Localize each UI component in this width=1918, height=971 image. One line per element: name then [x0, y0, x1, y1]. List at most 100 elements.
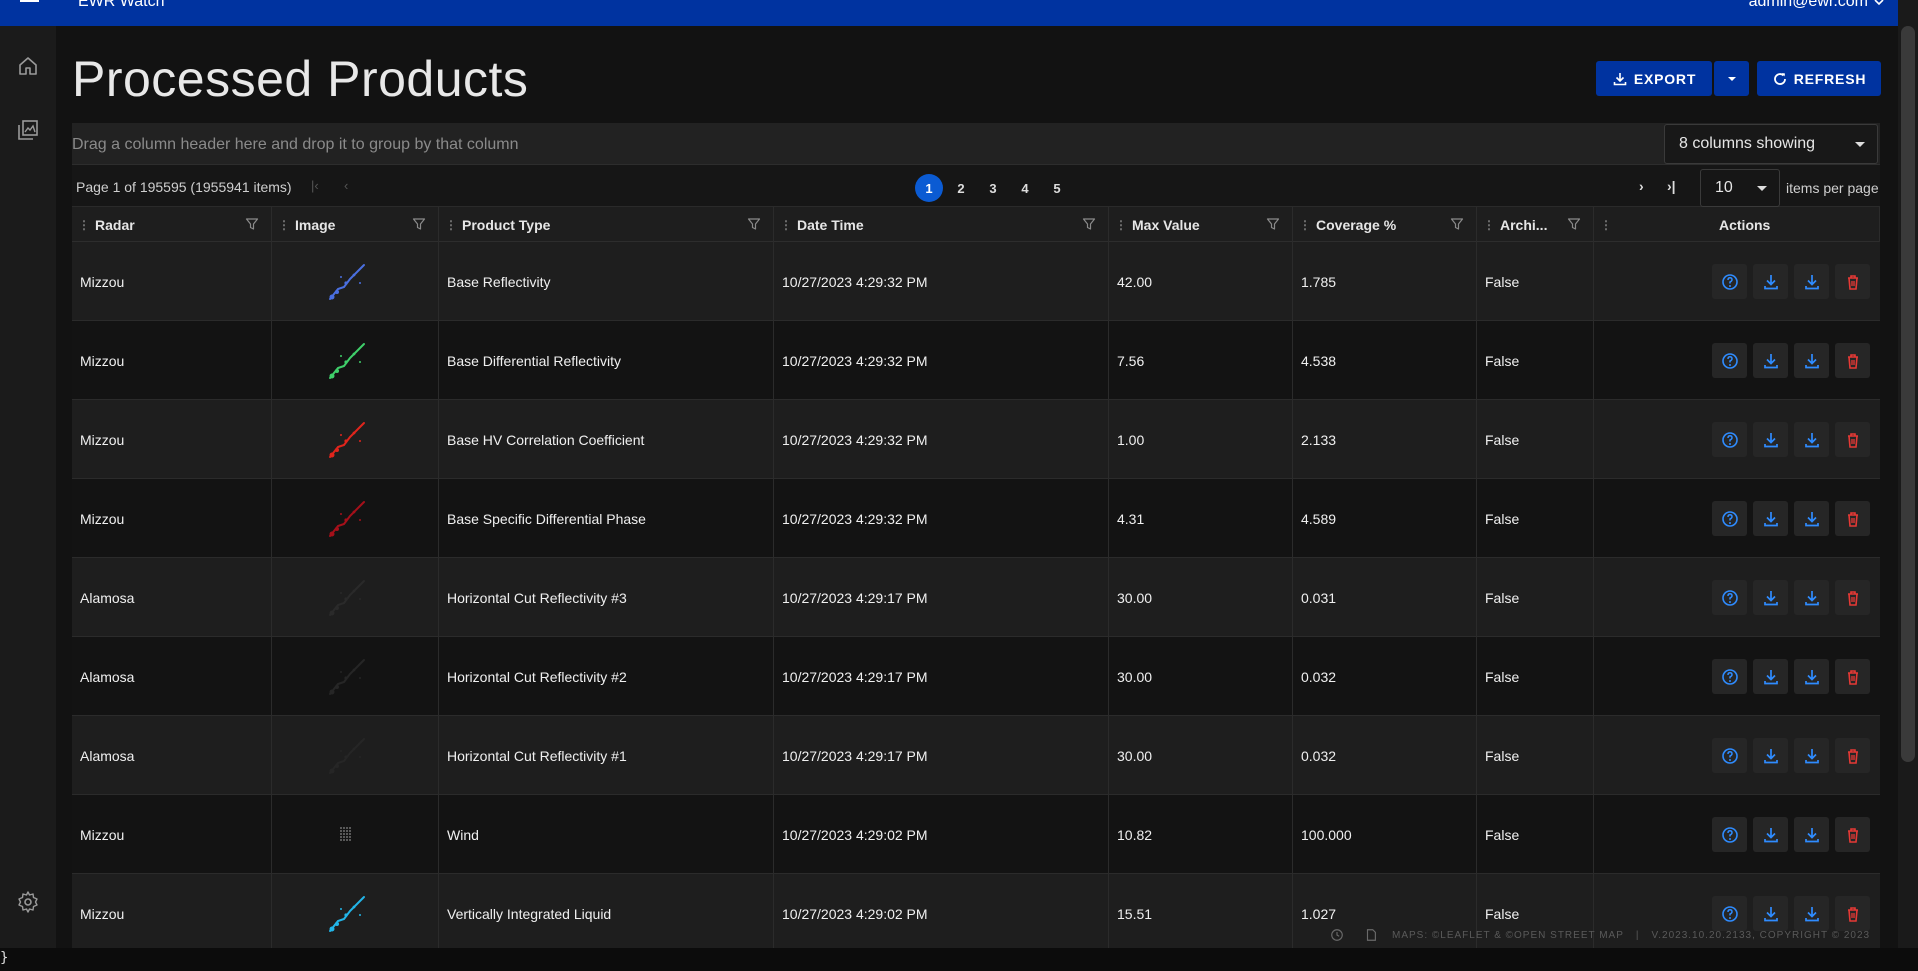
table-row[interactable]: Mizzou Base HV Correlation Coefficient 10… — [72, 400, 1880, 479]
download-alt-button[interactable] — [1794, 501, 1829, 536]
column-header-product-type[interactable]: ⋮ Product Type — [439, 207, 774, 242]
export-button[interactable]: EXPORT — [1596, 61, 1712, 96]
gallery-icon[interactable] — [16, 118, 40, 142]
filter-icon[interactable] — [412, 217, 426, 231]
filter-icon[interactable] — [747, 217, 761, 231]
radar-thumbnail[interactable] — [320, 733, 372, 779]
drag-handle-icon[interactable]: ⋮ — [780, 218, 792, 232]
table-row[interactable]: Alamosa Horizontal Cut Reflectivity #2 10… — [72, 637, 1880, 716]
help-button[interactable] — [1712, 501, 1747, 536]
scrollbar[interactable] — [1898, 0, 1918, 948]
drag-handle-icon[interactable]: ⋮ — [1299, 218, 1311, 232]
radar-thumbnail[interactable] — [320, 654, 372, 700]
column-header-date-time[interactable]: ⋮ Date Time — [774, 207, 1109, 242]
last-page-icon[interactable]: ›| — [1667, 178, 1676, 194]
delete-icon — [1847, 906, 1858, 922]
download-alt-button[interactable] — [1794, 264, 1829, 299]
filter-icon[interactable] — [245, 217, 259, 231]
drag-handle-icon[interactable]: ⋮ — [1115, 218, 1127, 232]
per-page-select[interactable]: 10 — [1700, 169, 1780, 207]
page-number-5[interactable]: 5 — [1043, 174, 1071, 202]
home-icon[interactable] — [16, 54, 40, 78]
download-button[interactable] — [1753, 422, 1788, 457]
column-chooser[interactable]: 8 columns showing — [1664, 124, 1878, 164]
radar-thumbnail[interactable] — [320, 417, 372, 463]
drag-handle-icon[interactable]: ⋮ — [1483, 218, 1495, 232]
prev-page-icon[interactable]: ‹ — [344, 178, 348, 193]
filter-icon[interactable] — [1450, 217, 1464, 231]
download-icon — [1804, 669, 1819, 684]
help-button[interactable] — [1712, 422, 1747, 457]
delete-button[interactable] — [1835, 738, 1870, 773]
group-panel[interactable]: Drag a column header here and drop it to… — [72, 123, 1880, 165]
user-menu[interactable]: admin@ewr.com — [1749, 0, 1884, 11]
column-header-image[interactable]: ⋮ Image — [272, 207, 439, 242]
table-row[interactable]: Mizzou Base Reflectivity 10/27/2023 4:29:… — [72, 242, 1880, 321]
delete-button[interactable] — [1835, 580, 1870, 615]
download-button[interactable] — [1753, 659, 1788, 694]
download-alt-button[interactable] — [1794, 343, 1829, 378]
radar-thumbnail[interactable] — [320, 575, 372, 621]
column-header-max-value[interactable]: ⋮ Max Value — [1109, 207, 1293, 242]
download-alt-button[interactable] — [1794, 580, 1829, 615]
help-button[interactable] — [1712, 580, 1747, 615]
first-page-icon[interactable]: |‹ — [311, 178, 319, 193]
download-button[interactable] — [1753, 264, 1788, 299]
delete-button[interactable] — [1835, 343, 1870, 378]
drag-handle-icon[interactable]: ⋮ — [78, 218, 90, 232]
filter-icon[interactable] — [1567, 217, 1581, 231]
help-button[interactable] — [1712, 817, 1747, 852]
page-number-4[interactable]: 4 — [1011, 174, 1039, 202]
drag-handle-icon[interactable]: ⋮ — [278, 218, 290, 232]
download-alt-button[interactable] — [1794, 659, 1829, 694]
help-button[interactable] — [1712, 659, 1747, 694]
column-header-actions[interactable]: ⋮ Actions — [1594, 207, 1880, 242]
page-number-2[interactable]: 2 — [947, 174, 975, 202]
delete-button[interactable] — [1835, 659, 1870, 694]
drag-handle-icon[interactable]: ⋮ — [445, 218, 457, 232]
scrollbar-thumb[interactable] — [1901, 26, 1915, 762]
cell-date-time: 10/27/2023 4:29:32 PM — [774, 321, 1109, 400]
download-button[interactable] — [1753, 817, 1788, 852]
table-row[interactable]: Mizzou Base Differential Reflectivity 10/… — [72, 321, 1880, 400]
table-row[interactable]: Alamosa Horizontal Cut Reflectivity #1 10… — [72, 716, 1880, 795]
radar-thumbnail[interactable] — [320, 496, 372, 542]
gear-icon[interactable] — [16, 890, 40, 914]
help-button[interactable] — [1712, 738, 1747, 773]
radar-thumbnail[interactable] — [320, 812, 372, 858]
column-header-radar[interactable]: ⋮ Radar — [72, 207, 272, 242]
history-icon[interactable] — [1330, 928, 1344, 942]
radar-thumbnail[interactable] — [320, 891, 372, 937]
help-button[interactable] — [1712, 264, 1747, 299]
table-row[interactable]: Mizzou Base Specific Differential Phase 1… — [72, 479, 1880, 558]
radar-thumbnail[interactable] — [320, 338, 372, 384]
download-button[interactable] — [1753, 738, 1788, 773]
delete-button[interactable] — [1835, 501, 1870, 536]
drag-handle-icon[interactable]: ⋮ — [1600, 218, 1612, 232]
caret-down-icon — [1727, 76, 1736, 81]
page-number-1[interactable]: 1 — [915, 174, 943, 202]
download-button[interactable] — [1753, 343, 1788, 378]
filter-icon[interactable] — [1082, 217, 1096, 231]
download-alt-button[interactable] — [1794, 817, 1829, 852]
refresh-button[interactable]: REFRESH — [1757, 61, 1881, 96]
next-page-icon[interactable]: › — [1639, 178, 1644, 194]
menu-icon[interactable] — [20, 0, 39, 8]
table-row[interactable]: Mizzou Wind 10/27/2023 4:29:02 PM 10.82 100.… — [72, 795, 1880, 874]
table-row[interactable]: Alamosa Horizontal Cut Reflectivity #3 10… — [72, 558, 1880, 637]
delete-button[interactable] — [1835, 817, 1870, 852]
radar-thumbnail[interactable] — [320, 259, 372, 305]
page-number-3[interactable]: 3 — [979, 174, 1007, 202]
export-menu-button[interactable] — [1714, 61, 1749, 96]
column-header-archived[interactable]: ⋮ Archi... — [1477, 207, 1594, 242]
document-icon[interactable] — [1364, 928, 1378, 942]
help-button[interactable] — [1712, 343, 1747, 378]
delete-button[interactable] — [1835, 422, 1870, 457]
download-alt-button[interactable] — [1794, 422, 1829, 457]
download-button[interactable] — [1753, 501, 1788, 536]
download-alt-button[interactable] — [1794, 738, 1829, 773]
column-header-coverage[interactable]: ⋮ Coverage % — [1293, 207, 1477, 242]
download-button[interactable] — [1753, 580, 1788, 615]
delete-button[interactable] — [1835, 264, 1870, 299]
filter-icon[interactable] — [1266, 217, 1280, 231]
